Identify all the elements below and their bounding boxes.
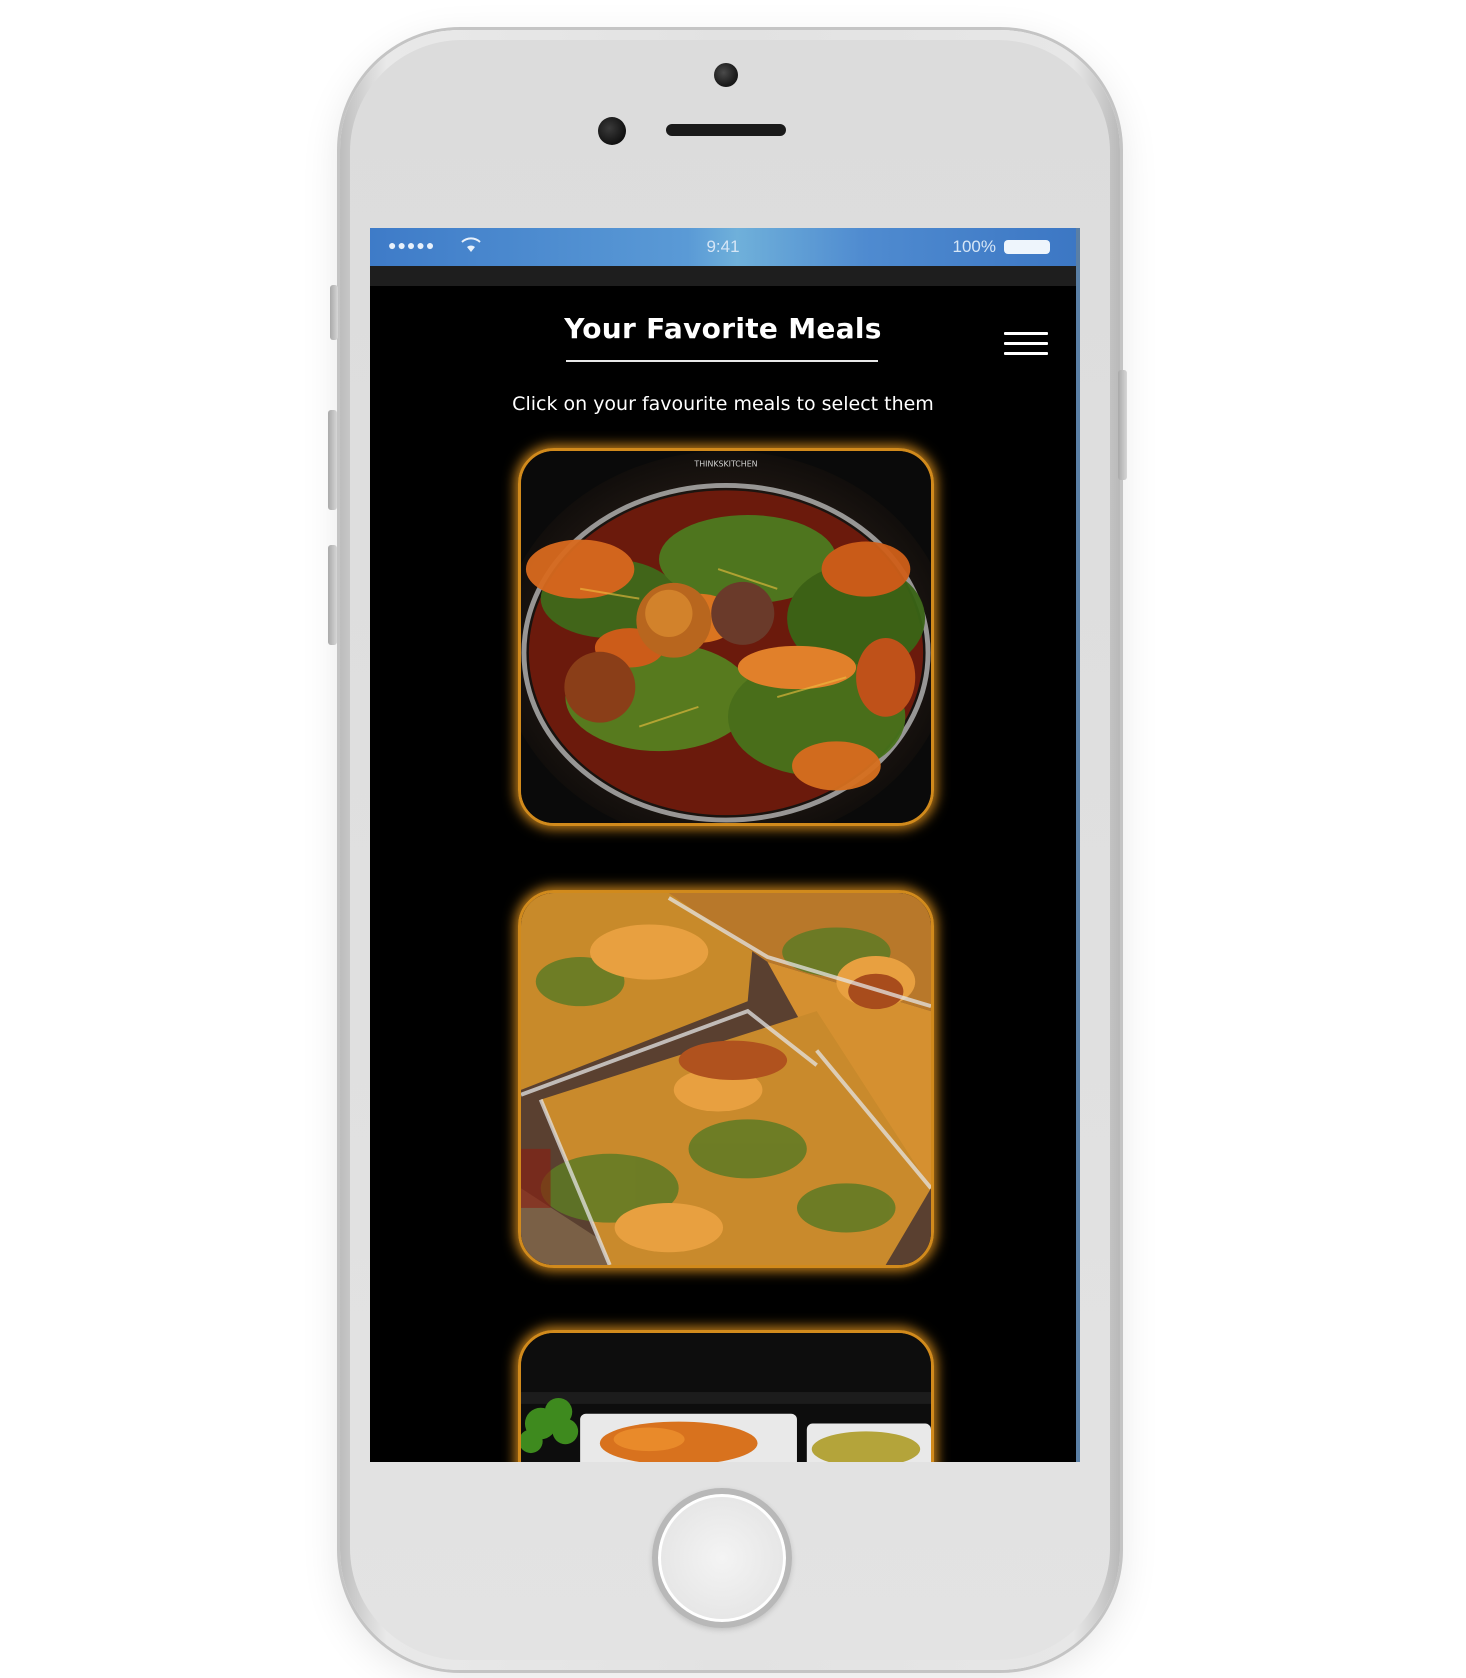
hamburger-menu-icon[interactable] <box>1004 332 1048 358</box>
front-camera <box>714 63 738 87</box>
photo-watermark: THINKSKITCHEN <box>693 460 757 469</box>
page-title: Your Favorite Meals <box>564 312 882 345</box>
food-trays-garnish-photo <box>521 1333 931 1462</box>
phone-screen: ●●●●● 9:41 100% Your Favorite Meals Clic… <box>370 228 1080 1462</box>
vegetable-soup-pot-photo: THINKSKITCHEN <box>521 451 931 823</box>
soup-takeaway-trays-photo <box>521 893 931 1265</box>
battery-percentage: 100% <box>952 237 996 256</box>
volume-up-button <box>328 410 337 510</box>
battery-icon <box>1004 240 1050 254</box>
app-header: Your Favorite Meals <box>370 286 1076 374</box>
meal-card[interactable]: THINKSKITCHEN <box>518 448 934 826</box>
menu-line <box>1004 352 1048 355</box>
earpiece-speaker <box>666 124 786 136</box>
meal-card[interactable] <box>518 1330 934 1462</box>
status-bar: ●●●●● 9:41 100% <box>370 228 1076 266</box>
volume-down-button <box>328 545 337 645</box>
title-underline <box>566 360 878 362</box>
mute-switch <box>330 285 338 340</box>
home-button[interactable] <box>652 1488 792 1628</box>
proximity-sensor <box>598 117 626 145</box>
meal-card[interactable] <box>518 890 934 1268</box>
browser-strip <box>370 266 1076 286</box>
menu-line <box>1004 332 1048 335</box>
instruction-text: Click on your favourite meals to select … <box>512 393 934 415</box>
power-button <box>1118 370 1127 480</box>
menu-line <box>1004 342 1048 345</box>
